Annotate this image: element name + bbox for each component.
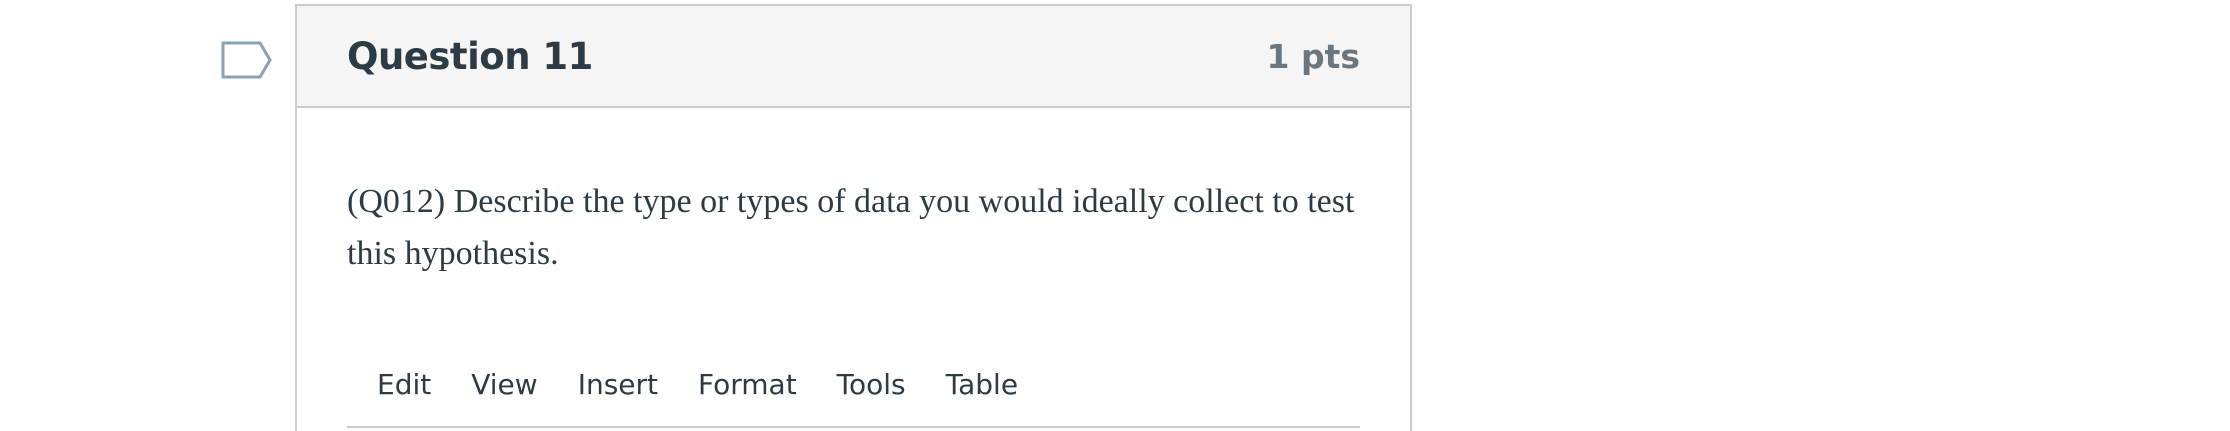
menu-table[interactable]: Table <box>946 366 1018 403</box>
rich-text-editor: Edit View Insert Format Tools Table <box>347 366 1360 428</box>
editor-menubar: Edit View Insert Format Tools Table <box>347 366 1360 426</box>
menu-insert[interactable]: Insert <box>578 366 658 403</box>
quiz-page: Question 11 1 pts (Q012) Describe the ty… <box>0 0 2230 431</box>
menu-tools[interactable]: Tools <box>837 366 906 403</box>
question-text: (Q012) Describe the type or types of dat… <box>347 183 1355 272</box>
flag-question-icon[interactable] <box>220 40 274 80</box>
menu-view[interactable]: View <box>471 366 537 403</box>
menu-format[interactable]: Format <box>698 366 797 403</box>
question-points: 1 pts <box>1266 36 1361 76</box>
menu-edit[interactable]: Edit <box>377 366 431 403</box>
question-card: Question 11 1 pts (Q012) Describe the ty… <box>295 4 1412 431</box>
question-body: (Q012) Describe the type or types of dat… <box>297 108 1410 428</box>
question-header: Question 11 1 pts <box>297 6 1410 108</box>
question-title: Question 11 <box>347 34 593 78</box>
